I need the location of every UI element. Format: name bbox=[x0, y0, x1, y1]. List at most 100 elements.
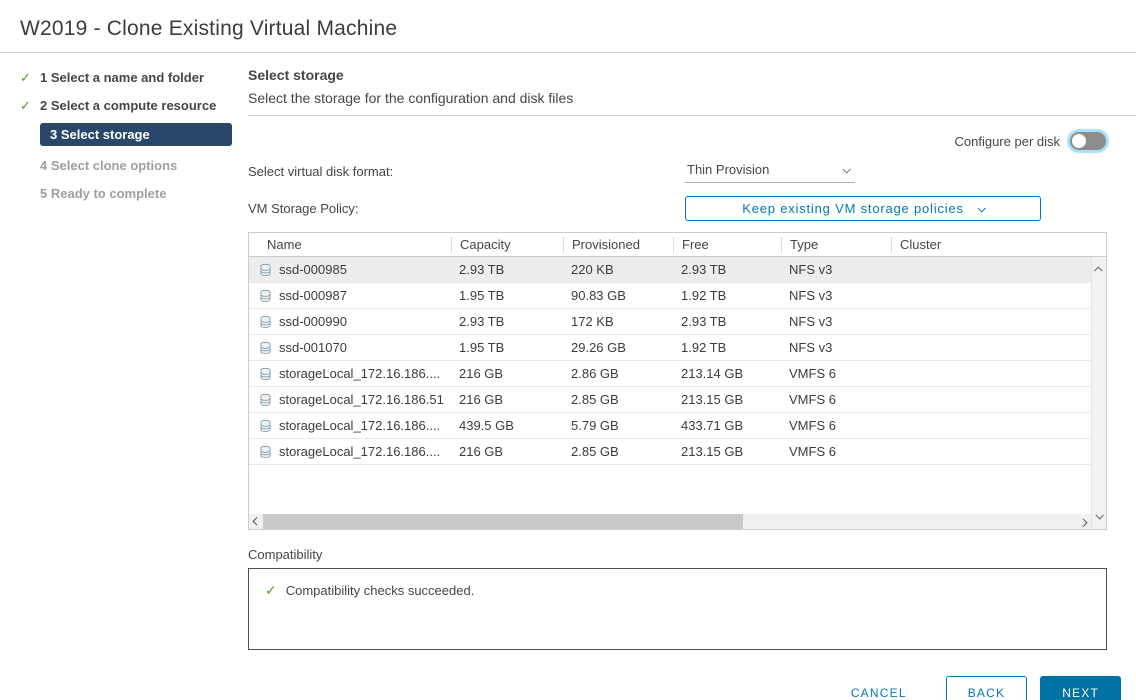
compatibility-section-label: Compatibility bbox=[248, 547, 1136, 562]
table-row[interactable]: storageLocal_172.16.186.... 439.5 GB 5.7… bbox=[249, 413, 1091, 439]
datastore-icon bbox=[259, 263, 272, 277]
table-row[interactable]: ssd-000990 2.93 TB 172 KB 2.93 TB NFS v3 bbox=[249, 309, 1091, 335]
chevron-down-icon bbox=[842, 165, 850, 173]
horizontal-scroll-thumb[interactable] bbox=[263, 514, 743, 529]
free-cell: 433.71 GB bbox=[673, 418, 781, 433]
type-cell: NFS v3 bbox=[781, 340, 891, 355]
step-label: 4 Select clone options bbox=[40, 158, 177, 173]
toggle-knob bbox=[1072, 134, 1086, 148]
wizard-title: W2019 - Clone Existing Virtual Machine bbox=[0, 0, 1136, 52]
column-header-cluster[interactable]: Cluster bbox=[891, 237, 1091, 253]
capacity-cell: 216 GB bbox=[451, 392, 563, 407]
back-button[interactable]: BACK bbox=[946, 676, 1027, 700]
step-select-compute-resource[interactable]: ✓ 2 Select a compute resource bbox=[20, 95, 232, 116]
column-header-free[interactable]: Free bbox=[673, 237, 781, 253]
table-row[interactable]: ssd-001070 1.95 TB 29.26 GB 1.92 TB NFS … bbox=[249, 335, 1091, 361]
datastore-icon bbox=[259, 445, 272, 459]
table-row[interactable]: ssd-000985 2.93 TB 220 KB 2.93 TB NFS v3 bbox=[249, 257, 1091, 283]
type-cell: VMFS 6 bbox=[781, 392, 891, 407]
table-body: ssd-000985 2.93 TB 220 KB 2.93 TB NFS v3… bbox=[249, 257, 1091, 529]
page-title: Select storage bbox=[248, 67, 1136, 83]
free-cell: 213.15 GB bbox=[673, 444, 781, 459]
step-check-icon: ✓ bbox=[20, 70, 40, 86]
disk-format-value: Thin Provision bbox=[687, 162, 769, 177]
type-cell: NFS v3 bbox=[781, 288, 891, 303]
type-cell: NFS v3 bbox=[781, 314, 891, 329]
column-header-capacity[interactable]: Capacity bbox=[451, 237, 563, 253]
compatibility-message: Compatibility checks succeeded. bbox=[286, 583, 475, 598]
scroll-right-arrow-icon[interactable] bbox=[1077, 515, 1091, 529]
datastore-name-cell: storageLocal_172.16.186.51 bbox=[249, 392, 451, 407]
table-body-area: ssd-000985 2.93 TB 220 KB 2.93 TB NFS v3… bbox=[249, 257, 1106, 529]
capacity-cell: 1.95 TB bbox=[451, 288, 563, 303]
scroll-up-arrow-icon[interactable] bbox=[1092, 263, 1106, 277]
table-row[interactable]: storageLocal_172.16.186.... 216 GB 2.86 … bbox=[249, 361, 1091, 387]
column-header-name[interactable]: Name bbox=[249, 237, 451, 253]
capacity-cell: 2.93 TB bbox=[451, 314, 563, 329]
datastore-icon bbox=[259, 315, 272, 329]
scroll-left-arrow-icon[interactable] bbox=[249, 515, 263, 529]
horizontal-scroll-track[interactable] bbox=[263, 514, 1077, 529]
chevron-down-icon bbox=[977, 204, 985, 212]
capacity-cell: 216 GB bbox=[451, 444, 563, 459]
provisioned-cell: 220 KB bbox=[563, 262, 673, 277]
cancel-button[interactable]: CANCEL bbox=[837, 677, 921, 700]
step-select-name-folder[interactable]: ✓ 1 Select a name and folder bbox=[20, 67, 232, 88]
capacity-cell: 2.93 TB bbox=[451, 262, 563, 277]
type-cell: NFS v3 bbox=[781, 262, 891, 277]
free-cell: 2.93 TB bbox=[673, 314, 781, 329]
step-select-clone-options[interactable]: 4 Select clone options bbox=[20, 155, 232, 176]
wizard-body: ✓ 1 Select a name and folder ✓ 2 Select … bbox=[0, 53, 1136, 700]
disk-format-row: Select virtual disk format: Thin Provisi… bbox=[248, 159, 1136, 183]
step-label: 5 Ready to complete bbox=[40, 186, 166, 201]
datastore-name-cell: storageLocal_172.16.186.... bbox=[249, 366, 451, 381]
scroll-down-arrow-icon[interactable] bbox=[1092, 509, 1106, 523]
success-check-icon: ✓ bbox=[265, 582, 277, 599]
disk-format-select[interactable]: Thin Provision bbox=[685, 159, 855, 183]
vertical-scrollbar[interactable] bbox=[1091, 257, 1106, 529]
type-cell: VMFS 6 bbox=[781, 366, 891, 381]
storage-policy-dropdown[interactable]: Keep existing VM storage policies bbox=[685, 196, 1041, 221]
datastore-name-cell: storageLocal_172.16.186.... bbox=[249, 418, 451, 433]
configure-per-disk-toggle[interactable] bbox=[1070, 132, 1106, 150]
step-select-storage-active[interactable]: 3 Select storage bbox=[20, 123, 232, 146]
compatibility-message-row: ✓ Compatibility checks succeeded. bbox=[265, 582, 1090, 599]
column-header-type[interactable]: Type bbox=[781, 237, 891, 253]
table-header: Name Capacity Provisioned Free Type Clus… bbox=[249, 233, 1106, 257]
datastore-name-cell: ssd-000990 bbox=[249, 314, 451, 329]
type-cell: VMFS 6 bbox=[781, 444, 891, 459]
step-check-icon: ✓ bbox=[20, 98, 40, 114]
datastore-name-cell: ssd-000985 bbox=[249, 262, 451, 277]
configure-per-disk-row: Configure per disk bbox=[248, 129, 1106, 153]
step-ready-to-complete[interactable]: 5 Ready to complete bbox=[20, 183, 232, 204]
step-label: 3 Select storage bbox=[40, 123, 232, 146]
storage-policy-label: VM Storage Policy: bbox=[248, 201, 685, 216]
table-row[interactable]: storageLocal_172.16.186.... 216 GB 2.85 … bbox=[249, 439, 1091, 465]
page-subtitle: Select the storage for the configuration… bbox=[248, 90, 1136, 106]
table-row[interactable]: ssd-000987 1.95 TB 90.83 GB 1.92 TB NFS … bbox=[249, 283, 1091, 309]
step-content-panel: Select storage Select the storage for th… bbox=[232, 67, 1136, 700]
provisioned-cell: 29.26 GB bbox=[563, 340, 673, 355]
configure-per-disk-label: Configure per disk bbox=[955, 134, 1061, 149]
capacity-cell: 439.5 GB bbox=[451, 418, 563, 433]
step-label: 2 Select a compute resource bbox=[40, 98, 216, 113]
datastore-name-cell: ssd-000987 bbox=[249, 288, 451, 303]
type-cell: VMFS 6 bbox=[781, 418, 891, 433]
provisioned-cell: 90.83 GB bbox=[563, 288, 673, 303]
datastore-name-cell: ssd-001070 bbox=[249, 340, 451, 355]
provisioned-cell: 5.79 GB bbox=[563, 418, 673, 433]
column-header-provisioned[interactable]: Provisioned bbox=[563, 237, 673, 253]
compatibility-box: ✓ Compatibility checks succeeded. bbox=[248, 568, 1107, 650]
datastore-table: Name Capacity Provisioned Free Type Clus… bbox=[248, 232, 1107, 530]
wizard-steps-sidebar: ✓ 1 Select a name and folder ✓ 2 Select … bbox=[0, 67, 232, 700]
section-divider bbox=[248, 115, 1136, 116]
datastore-icon bbox=[259, 289, 272, 303]
horizontal-scrollbar[interactable] bbox=[249, 514, 1091, 529]
next-button[interactable]: NEXT bbox=[1040, 676, 1121, 700]
provisioned-cell: 2.85 GB bbox=[563, 444, 673, 459]
free-cell: 1.92 TB bbox=[673, 288, 781, 303]
datastore-icon bbox=[259, 341, 272, 355]
free-cell: 2.93 TB bbox=[673, 262, 781, 277]
table-row[interactable]: storageLocal_172.16.186.51 216 GB 2.85 G… bbox=[249, 387, 1091, 413]
datastore-icon bbox=[259, 419, 272, 433]
